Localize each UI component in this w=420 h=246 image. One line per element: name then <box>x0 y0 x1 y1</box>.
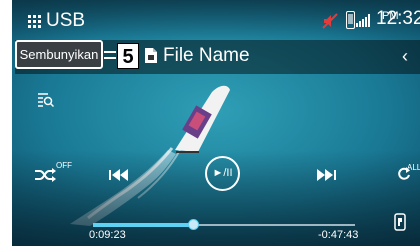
phone-icon <box>346 11 355 29</box>
progress-knob[interactable] <box>188 219 199 230</box>
elapsed-time: 0:09:23 <box>89 229 126 241</box>
clock-time: 12:32 <box>376 8 420 29</box>
shuffle-icon[interactable] <box>34 168 56 182</box>
progress-fill <box>93 223 193 227</box>
grid-menu-icon[interactable] <box>28 15 41 28</box>
file-icon <box>145 48 157 63</box>
signal-icon <box>356 14 370 27</box>
source-title: USB <box>46 10 86 31</box>
previous-track-icon[interactable] <box>108 168 130 182</box>
remaining-time: -0:47:43 <box>318 229 359 241</box>
callout-connector <box>104 51 116 59</box>
background-video-frame <box>12 0 420 246</box>
repeat-state-label: ALL <box>407 163 420 172</box>
track-detail-icon[interactable] <box>394 213 406 231</box>
play-pause-button[interactable]: ►/II <box>205 156 240 191</box>
next-track-icon[interactable] <box>315 168 337 182</box>
shuffle-state-label: OFF <box>56 161 72 170</box>
hide-button[interactable]: Sembunyikan <box>15 40 103 69</box>
chevron-left-icon[interactable]: ‹ <box>402 46 408 66</box>
mute-icon <box>322 13 338 29</box>
media-player-screen: USB PM 12:32 Sembunyikan 5 File Name ‹ O… <box>0 0 420 246</box>
search-list-icon[interactable] <box>38 92 54 108</box>
file-name: File Name <box>163 45 250 66</box>
callout-number-badge: 5 <box>117 43 139 69</box>
